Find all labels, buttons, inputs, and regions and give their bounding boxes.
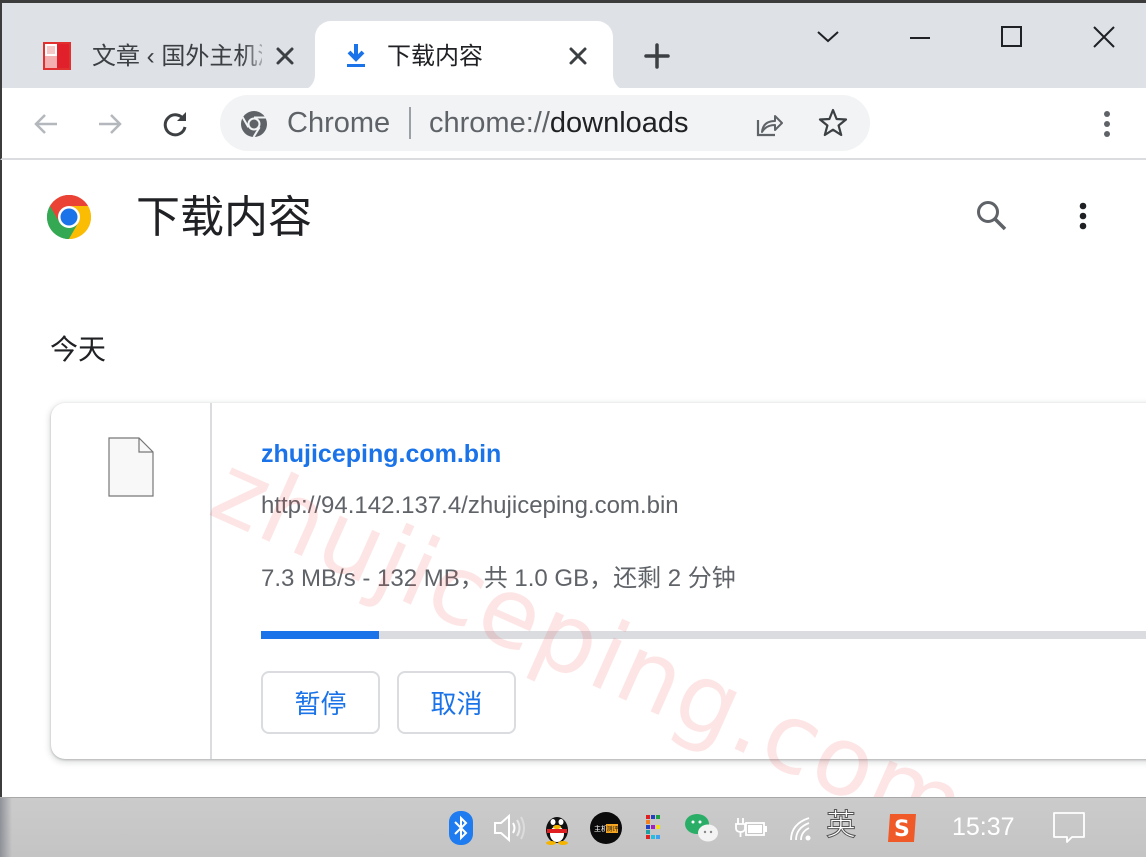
action-center-button[interactable] — [1050, 808, 1088, 848]
wechat-tray-button[interactable] — [682, 808, 722, 848]
arrow-right-icon — [99, 114, 122, 134]
svg-text:S: S — [894, 817, 910, 842]
minimize-icon — [910, 37, 930, 39]
svg-text:测评: 测评 — [607, 825, 619, 833]
reload-icon — [163, 112, 187, 137]
chrome-logo-icon — [47, 195, 91, 239]
maximize-icon — [1001, 26, 1022, 47]
clock[interactable]: 15:37 — [952, 811, 1015, 843]
colorful-grid-app-icon — [646, 815, 660, 839]
close-tab-icon[interactable] — [272, 43, 298, 69]
qq-tray-button[interactable] — [540, 808, 574, 848]
maximize-button[interactable] — [992, 17, 1032, 57]
omnibox-url[interactable]: chrome://downloads — [429, 106, 689, 140]
taskbar: 主机 测评 英 S 15:37 — [0, 797, 1146, 857]
back-button[interactable] — [28, 106, 64, 142]
file-icon — [108, 437, 154, 497]
zhujiceping-app-icon: 主机 测评 — [590, 812, 622, 844]
more-vert-icon[interactable] — [1092, 106, 1122, 142]
search-icon[interactable] — [974, 198, 1010, 234]
url-host: downloads — [549, 107, 689, 139]
omnibox[interactable]: Chrome chrome://downloads — [220, 95, 870, 151]
download-icon — [347, 44, 365, 67]
star-icon[interactable] — [817, 107, 849, 139]
share-icon[interactable] — [753, 108, 785, 140]
file-icon-column — [51, 403, 212, 759]
chrome-page-icon — [241, 111, 267, 138]
bluetooth-tray-button[interactable] — [448, 808, 474, 848]
close-tab-icon[interactable] — [565, 43, 591, 69]
tab-title-fade — [242, 41, 272, 73]
download-item: zhujiceping.com.bin http://94.142.137.4/… — [51, 403, 1146, 759]
sogou-tray-button[interactable]: S — [884, 808, 920, 848]
forward-button[interactable] — [92, 106, 128, 142]
tab-downloads[interactable]: 下载内容 — [315, 21, 613, 91]
omnibox-chip: Chrome — [287, 107, 391, 139]
grid-app-tray-button[interactable] — [642, 808, 666, 848]
chevron-down-icon — [817, 31, 839, 43]
page-title: 下载内容 — [136, 193, 312, 242]
site-seal-icon — [43, 42, 71, 70]
downloads-page: 下载内容 今天 zhujiceping.com.bin http://94.14… — [0, 160, 1146, 797]
volume-tray-button[interactable] — [490, 808, 530, 848]
wechat-icon — [685, 814, 718, 842]
omnibox-separator — [409, 107, 411, 139]
power-tray-button[interactable] — [732, 808, 770, 848]
download-progress-bar — [261, 631, 1146, 639]
reload-button[interactable] — [157, 106, 193, 142]
qq-icon — [546, 817, 568, 845]
tab-search-button[interactable] — [808, 17, 848, 57]
tab-title: 下载内容 — [387, 43, 483, 70]
tab-article[interactable]: 文章 ‹ 国外主机测评 — [22, 21, 312, 91]
minimize-button[interactable] — [900, 17, 940, 57]
more-vert-icon[interactable] — [1068, 198, 1098, 234]
arrow-left-icon — [34, 114, 57, 134]
volume-icon — [494, 813, 525, 843]
download-status: 7.3 MB/s - 132 MB，共 1.0 GB，还剩 2 分钟 — [261, 565, 736, 592]
tab-strip: 文章 ‹ 国外主机测评 下载内容 — [0, 0, 1146, 91]
input-method-indicator[interactable]: 英 — [826, 808, 857, 844]
tab-title: 文章 ‹ 国外主机测评 — [92, 43, 262, 70]
wifi-icon — [790, 817, 811, 841]
url-scheme: chrome:// — [429, 107, 550, 139]
bluetooth-icon — [449, 811, 473, 845]
cancel-button[interactable]: 取消 — [397, 671, 516, 734]
plus-icon[interactable] — [642, 41, 672, 71]
close-icon — [1093, 26, 1115, 48]
sogou-input-icon: S — [888, 814, 916, 842]
close-window-button[interactable] — [1084, 17, 1124, 57]
file-source-url[interactable]: http://94.142.137.4/zhujiceping.com.bin — [261, 490, 679, 522]
toolbar: Chrome chrome://downloads — [0, 88, 1146, 160]
power-plug-battery-icon — [735, 818, 767, 837]
action-center-icon — [1053, 812, 1085, 843]
zhujiceping-app-tray-button[interactable]: 主机 测评 — [588, 808, 624, 848]
date-section-label: 今天 — [50, 334, 107, 365]
download-progress-fill — [261, 631, 380, 639]
wifi-tray-button[interactable] — [786, 808, 816, 848]
file-name-link[interactable]: zhujiceping.com.bin — [261, 438, 501, 470]
pause-button[interactable]: 暂停 — [261, 671, 380, 734]
